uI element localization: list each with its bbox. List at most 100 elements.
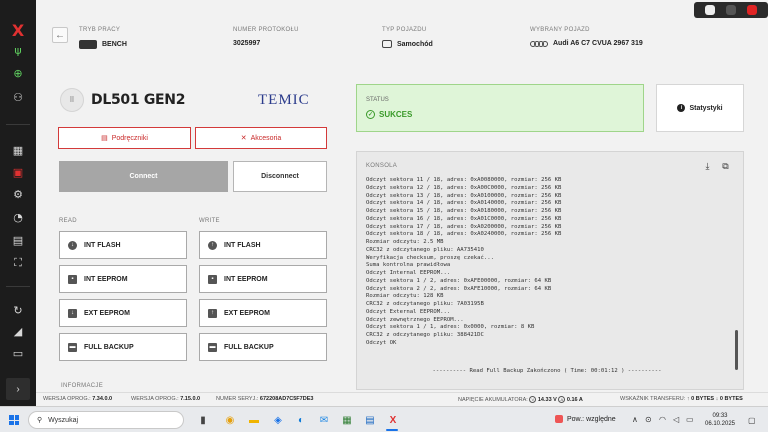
edge-icon[interactable]: ◐ — [293, 412, 309, 428]
serial-label: NUMER SERYJ.: — [216, 396, 259, 402]
document-icon[interactable]: ▤ — [0, 230, 36, 250]
transfer-label: WSKAŹNIK TRANSFERU: — [620, 396, 686, 402]
console-panel: KONSOLA ⤓ ⧉ Odczyt sektora 11 / 18, adre… — [356, 151, 744, 390]
search-placeholder: Wyszukaj — [48, 416, 79, 424]
car-icon — [382, 40, 392, 48]
battery-icon[interactable]: ▭ — [686, 415, 694, 424]
wifi-icon[interactable]: ◠ — [659, 415, 666, 424]
vehicle-type-label: TYP POJAZDU — [382, 27, 427, 33]
status-label: STATUS — [366, 97, 389, 103]
protocol: NUMER PROTOKOŁU 3025997 — [233, 27, 299, 47]
status-panel: STATUS ✓ SUKCES — [356, 84, 644, 132]
audi-logo-icon — [530, 40, 548, 47]
maximize-button[interactable] — [726, 5, 736, 15]
battery-label: NAPIĘCIE AKUMULATORA: — [458, 396, 528, 403]
tools-icon: ✕ — [240, 135, 247, 142]
chart-icon[interactable]: ◢ — [0, 321, 36, 341]
gear-icon[interactable]: ⚙ — [0, 184, 36, 204]
disconnect-button[interactable]: Disconnect — [233, 161, 327, 192]
info-section-label: INFORMACJE — [61, 383, 103, 389]
file-explorer-icon[interactable]: ▬ — [246, 412, 262, 428]
read-full-backup-label: FULL BACKUP — [84, 343, 134, 351]
gauge-icon[interactable]: ◔ — [0, 207, 36, 227]
manuals-label: Podręczniki — [111, 134, 148, 142]
console-title: KONSOLA — [366, 163, 398, 169]
manuals-button[interactable]: ▤ Podręczniki — [58, 127, 191, 149]
mail-icon[interactable]: ✉ — [316, 412, 332, 428]
save-icon: ▬ — [208, 342, 217, 352]
weather-text: Pow.: względne — [567, 415, 616, 423]
firmware-version: WERSJA OPROG.: 7.15.0.0 — [131, 396, 200, 402]
tray-chevron-icon[interactable]: ∧ — [632, 415, 638, 424]
volume-icon[interactable]: ◁ — [673, 415, 679, 424]
header: ← TRYB PRACY BENCH NUMER PROTOKOŁU 30259… — [36, 18, 768, 64]
write-section-label: WRITE — [199, 218, 220, 224]
connect-button[interactable]: Connect — [59, 161, 228, 192]
work-mode-value: BENCH — [102, 41, 127, 48]
notepad-icon[interactable]: ▤ — [362, 412, 378, 428]
device-icon: ⠿ — [60, 88, 84, 112]
read-int-flash-button[interactable]: ↓ INT FLASH — [59, 231, 187, 259]
weather-widget[interactable]: Pow.: względne — [555, 415, 616, 423]
info-icon: i — [677, 104, 686, 112]
sidebar-expand-button[interactable]: › — [6, 378, 30, 400]
chrome-icon[interactable]: ◉ — [222, 412, 238, 428]
arrow-left-icon: ← — [55, 29, 65, 41]
console-line: Odczyt External EEPROM... — [366, 308, 451, 315]
console-line: Rozmiar odczytu: 2.5 MB — [366, 239, 444, 245]
refresh-icon[interactable]: ↻ — [0, 300, 36, 320]
console-footer: ---------- Read Full Backup Zakończono (… — [432, 368, 662, 374]
check-circle-icon: ✓ — [366, 110, 375, 119]
transfer-up-value: 0 BYTES — [691, 396, 715, 402]
back-button[interactable]: ← — [52, 27, 68, 43]
write-ext-eeprom-button[interactable]: ↑ EXT EEPROM — [199, 299, 327, 327]
console-scrollbar[interactable] — [735, 330, 738, 370]
status-bar: WERSJA OPROG.: 7.34.0.0 WERSJA OPROG.: 7… — [36, 392, 768, 406]
network-tray-icon[interactable]: ⊙ — [645, 415, 652, 424]
app-taskbar-icon[interactable]: X — [385, 412, 401, 428]
statistics-label: Statystyki — [689, 104, 723, 112]
network-icon[interactable]: ⚇ — [0, 87, 36, 107]
accessories-button[interactable]: ✕ Akcesoria — [195, 127, 327, 149]
write-int-flash-button[interactable]: ↑ INT FLASH — [199, 231, 327, 259]
write-full-backup-button[interactable]: ▬ FULL BACKUP — [199, 333, 327, 361]
popout-icon[interactable]: ⧉ — [720, 161, 731, 172]
protocol-label: NUMER PROTOKOŁU — [233, 27, 299, 33]
upload-arrow-icon: ↑ — [686, 396, 690, 402]
console-line: Odczyt sektora 14 / 18, adres: 0xA014000… — [366, 200, 562, 207]
download-log-icon[interactable]: ⤓ — [702, 161, 713, 172]
minimize-button[interactable] — [705, 5, 715, 15]
transfer-rate: WSKAŹNIK TRANSFERU: ↑ 0 BYTES ↓ 0 BYTES — [620, 396, 743, 402]
console-line: Odczyt sektora 11 / 18, adres: 0xA008000… — [366, 177, 562, 183]
notification-icon[interactable]: ▢ — [748, 416, 756, 425]
write-ext-eeprom-label: EXT EEPROM — [224, 309, 270, 317]
read-section-label: READ — [59, 218, 77, 224]
read-full-backup-button[interactable]: ▬ FULL BACKUP — [59, 333, 187, 361]
chip-download-icon: ▪ — [68, 274, 77, 284]
windows-start-icon[interactable] — [9, 415, 19, 425]
dashboard-icon[interactable]: ▦ — [0, 140, 36, 160]
statistics-button[interactable]: i Statystyki — [656, 84, 744, 132]
store-icon[interactable]: ◈ — [270, 412, 286, 428]
usb-icon[interactable]: ψ — [0, 40, 36, 60]
close-button[interactable] — [747, 5, 757, 15]
taskbar-search[interactable]: ⚲ Wyszukaj — [28, 411, 184, 429]
terminal-icon[interactable]: ▭ — [0, 343, 36, 363]
write-int-eeprom-label: INT EEPROM — [224, 275, 268, 283]
globe-icon[interactable]: ⊕ — [0, 63, 36, 83]
console-log[interactable]: Odczyt sektora 11 / 18, adres: 0xA008000… — [366, 177, 728, 363]
search-icon: ⚲ — [37, 417, 43, 424]
read-int-eeprom-button[interactable]: ▪ INT EEPROM — [59, 265, 187, 293]
read-ext-eeprom-label: EXT EEPROM — [84, 309, 130, 317]
chip-icon[interactable]: ▣ — [0, 162, 36, 182]
task-view-icon[interactable]: ▮ — [195, 412, 211, 428]
save-icon: ▬ — [68, 342, 77, 352]
weather-icon — [555, 415, 563, 423]
expand-icon[interactable]: ⛶ — [0, 253, 36, 273]
clock-date: 06.10.2025 — [704, 421, 736, 427]
clock[interactable]: 09:33 06.10.2025 — [700, 412, 740, 428]
spreadsheet-icon[interactable]: ▦ — [339, 412, 355, 428]
read-ext-eeprom-button[interactable]: ↓ EXT EEPROM — [59, 299, 187, 327]
write-int-eeprom-button[interactable]: ▪ INT EEPROM — [199, 265, 327, 293]
sidebar: X ψ ⊕ ⚇ ▦ ▣ ⚙ ◔ ▤ ⛶ ↻ ◢ ▭ › — [0, 0, 36, 406]
